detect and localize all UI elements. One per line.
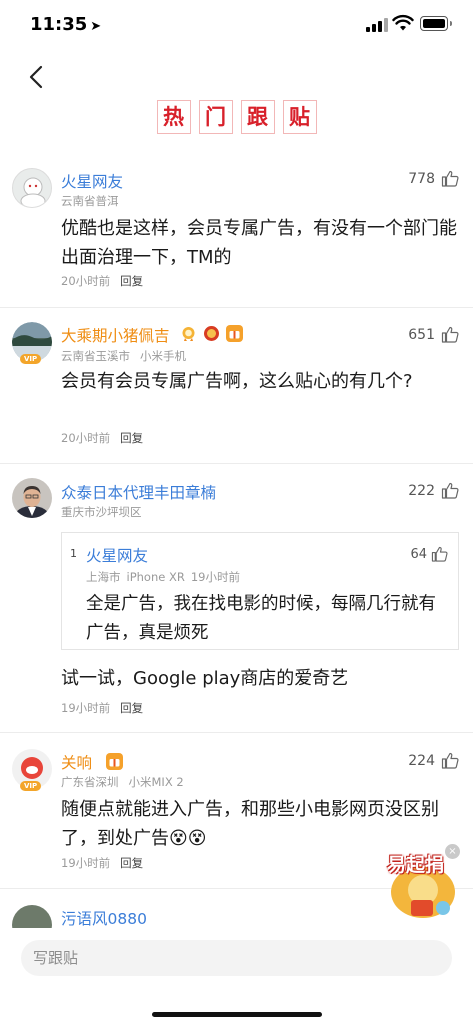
thumbs-up-icon (441, 170, 459, 187)
bottom-reply-bar (0, 928, 473, 1024)
comment-item: VIP 大乘期小猪佩吉 云南省玉溪市 小米手机 651 会员有会员专属广告啊，这么… (0, 308, 473, 463)
user-location: 云南省普洱 (61, 194, 119, 208)
title-char: 跟 (240, 100, 275, 134)
user-location: 重庆市沙坪坝区 (61, 505, 142, 519)
portrait-avatar-icon (12, 478, 52, 518)
close-icon[interactable]: × (445, 844, 460, 859)
avatar[interactable] (12, 478, 52, 518)
promo-float-badge[interactable]: 易起捐 × (385, 842, 461, 922)
avatar[interactable]: VIP (12, 749, 52, 791)
like-count: 224 (408, 752, 435, 769)
title-char: 贴 (282, 100, 317, 134)
quote-user-name[interactable]: 火星网友 (86, 544, 148, 566)
quote-like-count: 64 (410, 546, 427, 562)
user-name[interactable]: 众泰日本代理丰田章楠 (61, 481, 216, 503)
like-count: 222 (408, 482, 435, 499)
medal-badge-icon (180, 325, 197, 342)
like-count: 778 (408, 170, 435, 187)
reply-button[interactable]: 回复 (120, 431, 143, 445)
thumbs-up-icon (441, 482, 459, 499)
comment-footer: 20小时前 回复 (61, 273, 143, 289)
user-name[interactable]: 污语风0880 (61, 907, 147, 929)
comment-item: 火星网友 云南省普洱 778 优酷也是这样，会员专属广告，有没有一个部门能出面治… (0, 160, 473, 308)
like-button[interactable]: 222 (408, 482, 459, 499)
default-avatar-icon (20, 177, 46, 207)
comment-time: 20小时前 (61, 274, 111, 288)
avatar[interactable]: VIP (12, 322, 52, 364)
reply-button[interactable]: 回复 (120, 701, 143, 715)
comment-time: 19小时前 (61, 701, 111, 715)
gift-badge-icon (226, 325, 243, 342)
quote-floor-number: 1 (70, 547, 77, 560)
thumbs-up-icon (441, 752, 459, 769)
quote-text: 全是广告，我在找电影的时候，每隔几行就有广告，真是烦死 (86, 594, 436, 643)
thumbs-up-icon (441, 326, 459, 343)
status-time-text: 11:35 (30, 14, 88, 35)
like-button[interactable]: 224 (408, 752, 459, 769)
user-badges (106, 753, 123, 770)
back-button[interactable] (22, 62, 52, 92)
comment-text: 试一试，Google play商店的爱奇艺 (61, 668, 349, 689)
location-arrow-icon: ➤ (90, 19, 102, 34)
avatar[interactable] (12, 168, 52, 208)
like-button[interactable]: 778 (408, 170, 459, 187)
comment-footer: 19小时前 回复 (61, 700, 143, 716)
quote-meta: 上海市 iPhone XR 19小时前 (86, 570, 240, 584)
reply-button[interactable]: 回复 (120, 856, 143, 870)
fortune-badge-icon (203, 325, 220, 342)
vip-badge: VIP (20, 354, 42, 364)
user-name[interactable]: 大乘期小猪佩吉 (61, 324, 170, 346)
user-name[interactable]: 关响 (61, 751, 92, 773)
comment-footer: 20小时前 回复 (61, 430, 143, 446)
title-char: 门 (198, 100, 233, 134)
like-count: 651 (408, 326, 435, 343)
quoted-reply[interactable]: 1 火星网友 上海市 iPhone XR 19小时前 64 全是广告，我在找电影的时… (61, 532, 459, 650)
vip-badge: VIP (20, 781, 42, 791)
signal-icon (366, 18, 388, 32)
reply-button[interactable]: 回复 (120, 274, 143, 288)
user-meta: 云南省玉溪市 小米手机 (61, 349, 186, 363)
user-meta: 广东省深圳 小米MIX 2 (61, 775, 184, 789)
status-time: 11:35 ➤ (30, 14, 101, 35)
user-badges (180, 325, 243, 342)
quote-like-button[interactable]: 64 (410, 546, 448, 562)
thumbs-up-icon (431, 546, 448, 562)
title-char: 热 (156, 100, 191, 134)
gift-badge-icon (106, 753, 123, 770)
comment-text: 会员有会员专属广告啊，这么贴心的有几个? (61, 371, 413, 392)
user-name[interactable]: 火星网友 (61, 170, 123, 192)
battery-icon (420, 16, 452, 31)
reply-input[interactable] (21, 940, 452, 976)
comment-footer: 19小时前 回复 (61, 855, 143, 871)
promo-text: 易起捐 (387, 854, 445, 876)
wifi-icon (392, 14, 414, 31)
home-indicator (152, 1012, 322, 1017)
comment-text: 优酷也是这样，会员专属广告，有没有一个部门能出面治理一下，TM的 (61, 218, 457, 268)
page-title: 热 门 跟 贴 (0, 100, 473, 134)
status-bar: 11:35 ➤ (0, 0, 473, 50)
comment-time: 19小时前 (61, 856, 111, 870)
like-button[interactable]: 651 (408, 326, 459, 343)
comment-time: 20小时前 (61, 431, 111, 445)
